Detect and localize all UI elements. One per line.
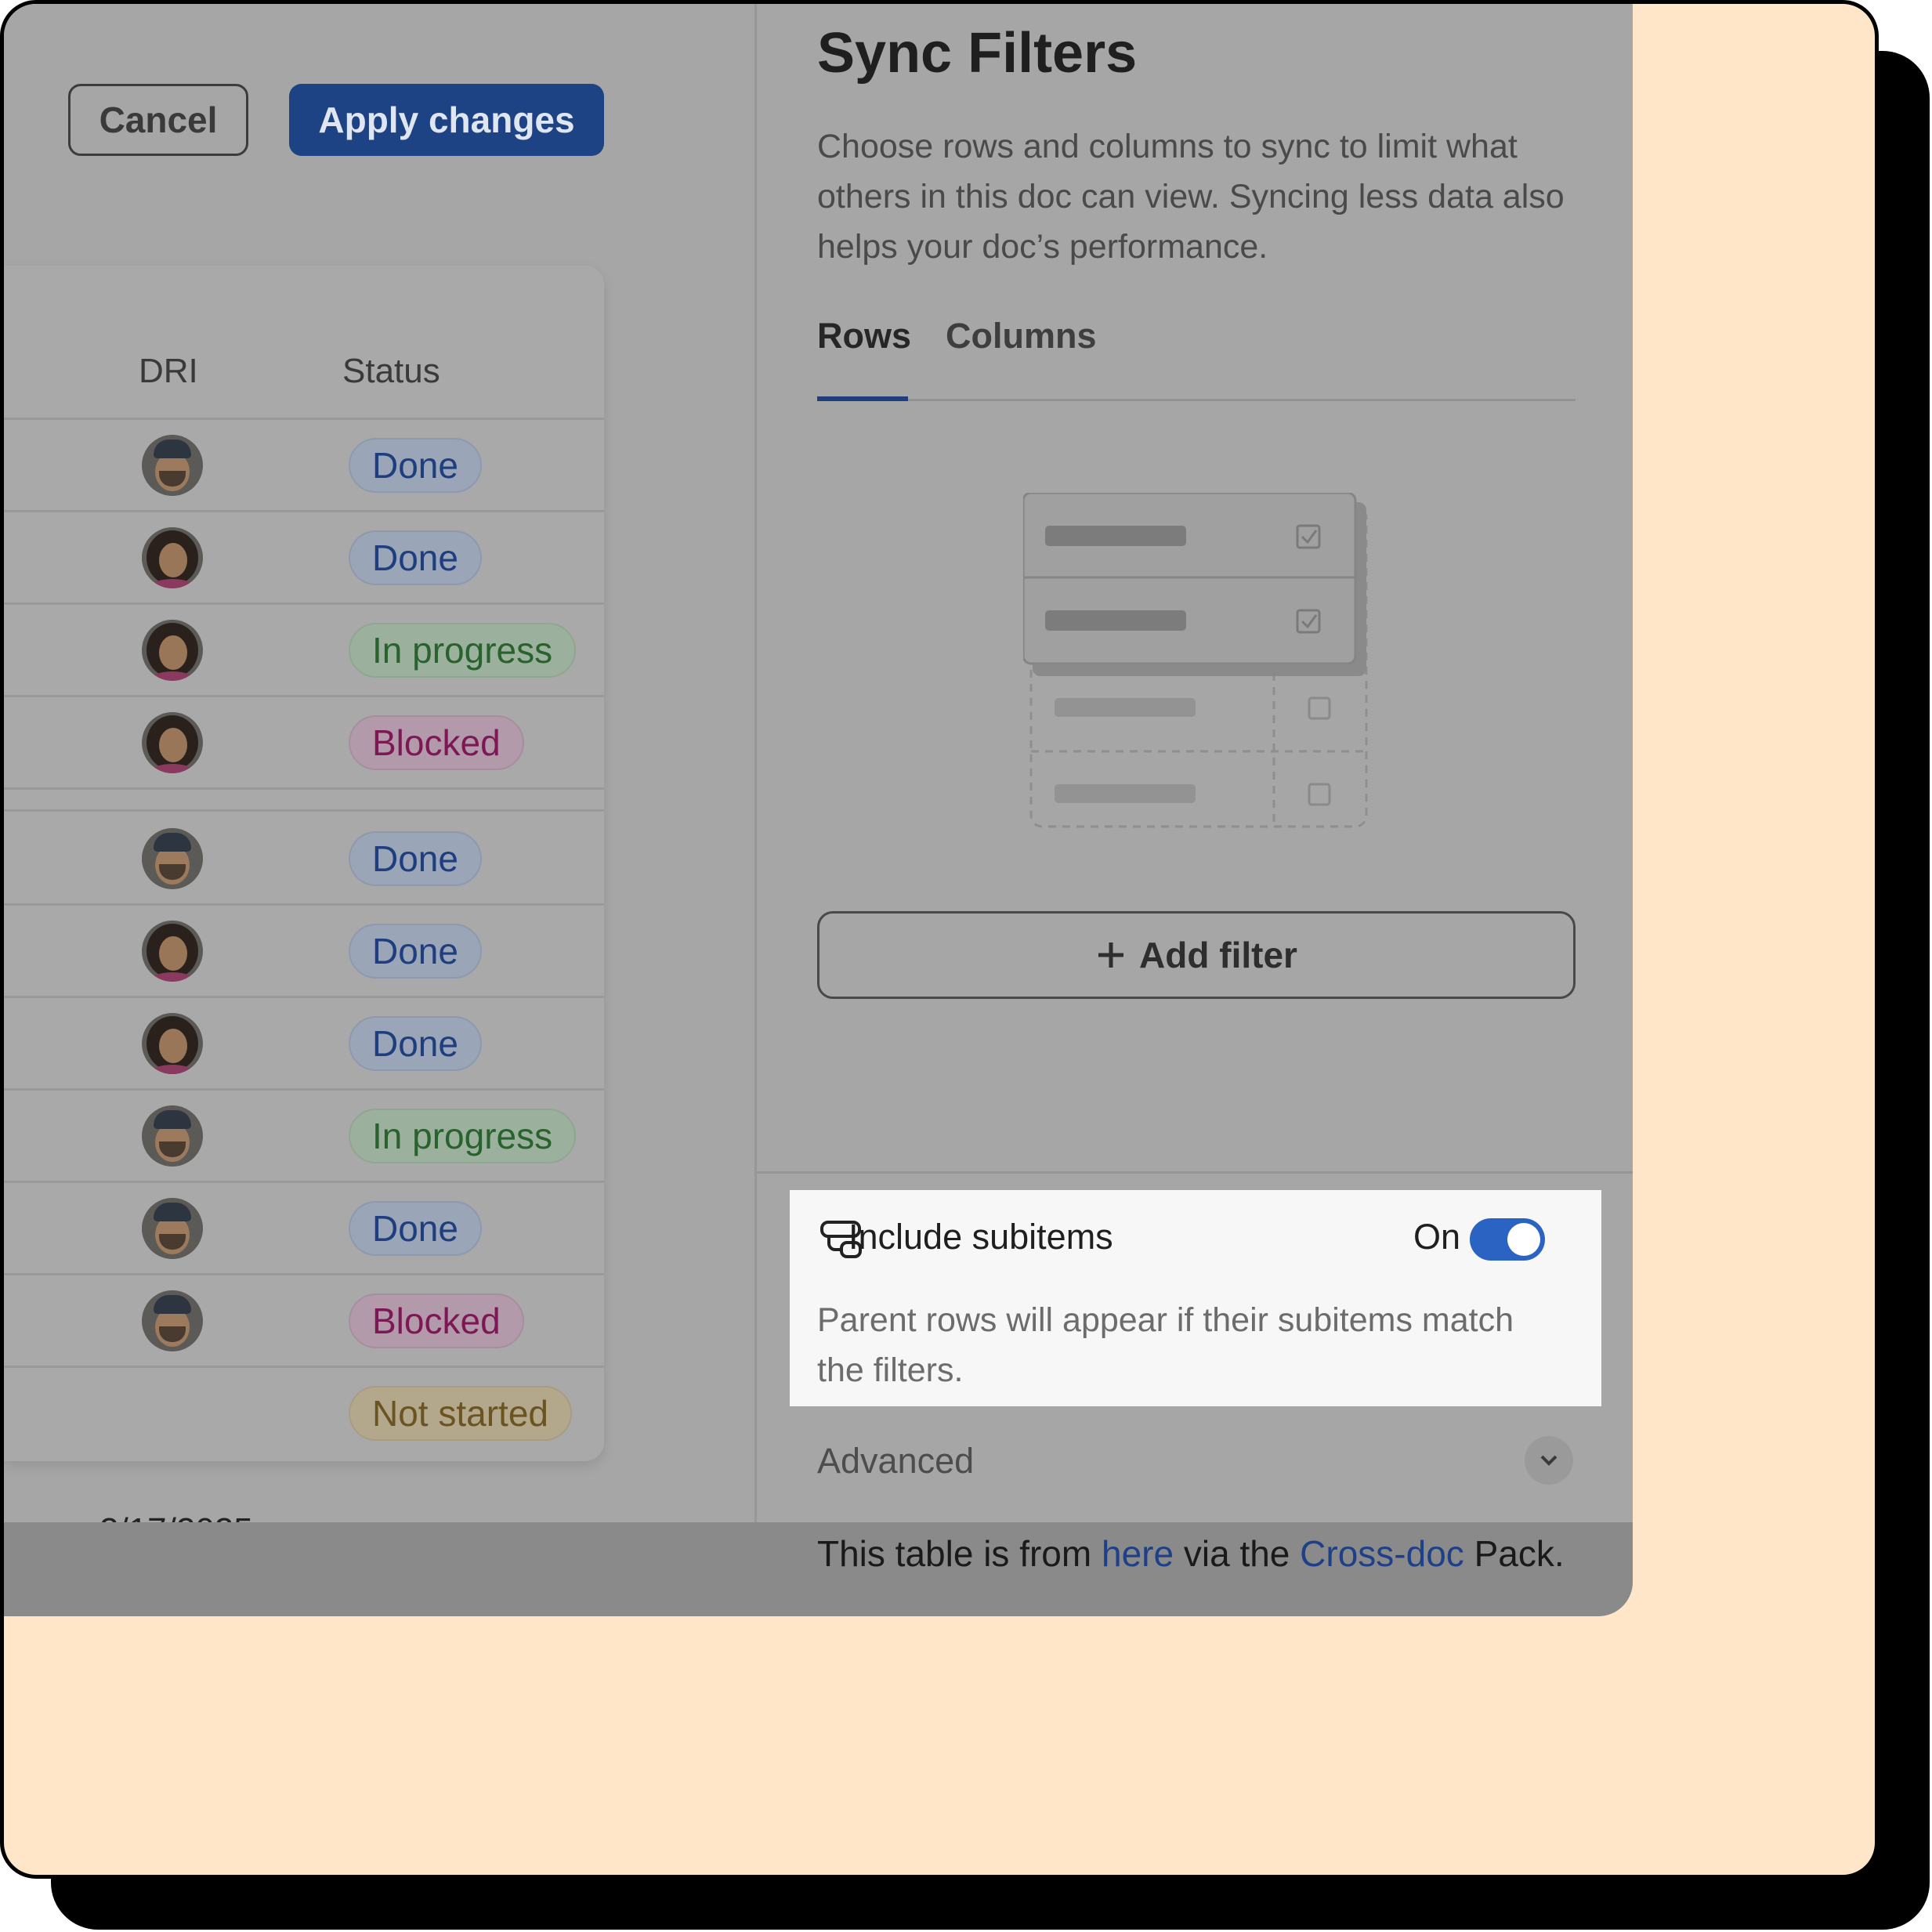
table-row[interactable]: Done xyxy=(4,1182,604,1275)
dri-avatar[interactable] xyxy=(142,828,203,889)
dri-avatar[interactable] xyxy=(142,1013,203,1074)
status-badge[interactable]: Done xyxy=(349,1201,482,1256)
synced-table: DRI Status Done Done In progress Blocked Don… xyxy=(4,266,604,1461)
table-row[interactable]: Not started xyxy=(4,1367,604,1460)
include-subitems-description: Parent rows will appear if their subitem… xyxy=(817,1301,1514,1389)
toggle-state-label: On xyxy=(1413,1217,1461,1257)
table-row[interactable]: Done xyxy=(4,812,604,905)
frame-card: Cancel Apply changes DRI Status Done Done… xyxy=(0,0,1879,1879)
plus-icon xyxy=(1098,942,1124,968)
tab-columns[interactable]: Columns xyxy=(946,316,1097,356)
status-badge[interactable]: In progress xyxy=(349,1109,577,1163)
rows-filter-illustration xyxy=(1023,493,1368,828)
add-filter-button[interactable]: Add filter xyxy=(817,911,1576,999)
cancel-button[interactable]: Cancel xyxy=(68,84,248,156)
status-badge[interactable]: Done xyxy=(349,924,482,979)
source-prefix: This table is from xyxy=(817,1533,1092,1574)
source-middle: via the xyxy=(1183,1533,1290,1574)
add-filter-label: Add filter xyxy=(1139,935,1297,975)
table-row[interactable]: Done xyxy=(4,905,604,997)
source-suffix: Pack. xyxy=(1474,1533,1565,1574)
app-window: Cancel Apply changes DRI Status Done Done… xyxy=(4,4,1633,1616)
column-header-status[interactable]: Status xyxy=(342,352,440,391)
source-info: This table is from here via the Cross-do… xyxy=(817,1529,1569,1579)
here-link[interactable]: here xyxy=(1102,1533,1174,1574)
table-row[interactable]: Blocked xyxy=(4,1275,604,1367)
status-badge[interactable]: Blocked xyxy=(349,715,524,770)
panel-title: Sync Filters xyxy=(817,22,1138,85)
table-row[interactable]: Done xyxy=(4,419,604,512)
dri-avatar[interactable] xyxy=(142,712,203,773)
status-badge[interactable]: Done xyxy=(349,1016,482,1071)
dri-avatar[interactable] xyxy=(142,1290,203,1351)
panel-description: Choose rows and columns to sync to limit… xyxy=(817,128,1565,266)
sync-filters-panel: Sync Filters Choose rows and columns to … xyxy=(757,4,1633,1616)
table-row[interactable]: In progress xyxy=(4,604,604,696)
chevron-down-icon xyxy=(1540,1455,1558,1466)
advanced-expand-button[interactable] xyxy=(1525,1436,1573,1485)
status-badge[interactable]: Done xyxy=(349,438,482,493)
active-tab-indicator xyxy=(817,396,908,401)
table-row[interactable]: Done xyxy=(4,997,604,1090)
left-pane: Cancel Apply changes DRI Status Done Done… xyxy=(4,4,757,1616)
column-header-dri[interactable]: DRI xyxy=(139,352,198,391)
apply-changes-button[interactable]: Apply changes xyxy=(289,84,604,156)
tab-rows[interactable]: Rows xyxy=(817,316,911,356)
include-subitems-label: Include subitems xyxy=(848,1217,1113,1257)
dri-avatar[interactable] xyxy=(142,620,203,681)
status-badge[interactable]: Blocked xyxy=(349,1293,524,1348)
table-row[interactable]: Blocked xyxy=(4,696,604,789)
advanced-section-label[interactable]: Advanced xyxy=(817,1441,974,1482)
dri-avatar[interactable] xyxy=(142,921,203,982)
include-subitems-toggle[interactable] xyxy=(1470,1218,1545,1261)
row-divider xyxy=(4,809,604,812)
dri-avatar[interactable] xyxy=(142,1105,203,1167)
status-badge[interactable]: In progress xyxy=(349,623,577,678)
dri-avatar[interactable] xyxy=(142,527,203,588)
toggle-knob xyxy=(1507,1223,1540,1256)
status-badge[interactable]: Done xyxy=(349,831,482,886)
section-divider xyxy=(757,1171,1633,1174)
status-badge[interactable]: Done xyxy=(349,530,482,585)
dri-avatar[interactable] xyxy=(142,1198,203,1259)
status-badge[interactable]: Not started xyxy=(349,1386,572,1441)
dri-avatar[interactable] xyxy=(142,435,203,496)
tab-divider xyxy=(817,399,1576,401)
cross-doc-link[interactable]: Cross-doc xyxy=(1300,1533,1464,1574)
table-row[interactable]: In progress xyxy=(4,1090,604,1182)
table-row[interactable]: Done xyxy=(4,512,604,604)
